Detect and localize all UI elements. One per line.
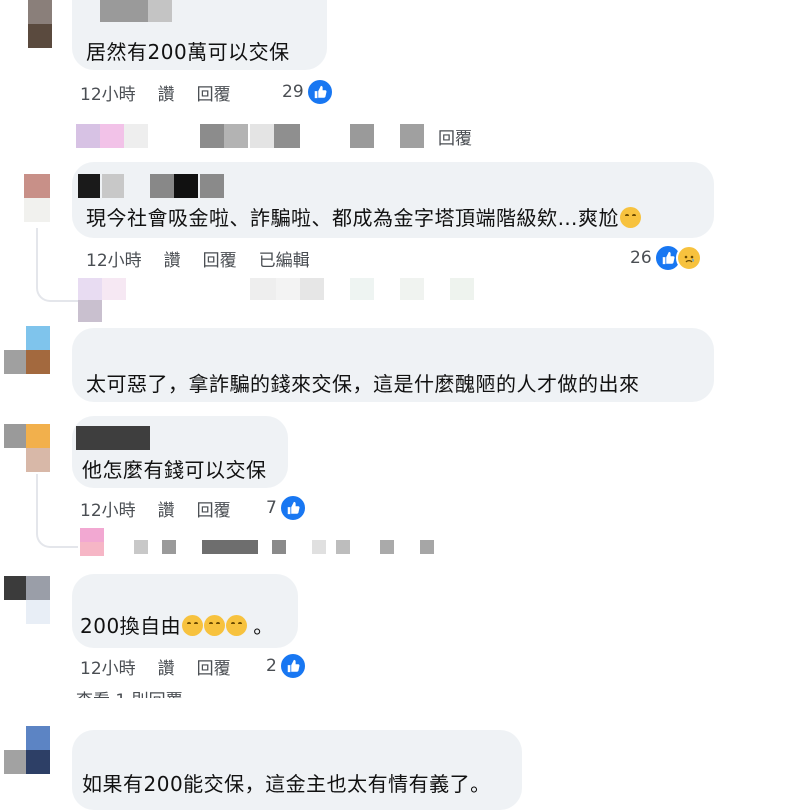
avatar: [24, 198, 50, 222]
avatar: [28, 24, 52, 48]
reply-preview-redacted: [250, 278, 276, 300]
sad-icon: [675, 245, 702, 271]
relieved-emoji: [182, 615, 204, 636]
reply-preview-redacted: [274, 124, 300, 148]
reaction-count[interactable]: 29: [282, 78, 334, 106]
reply-preview-redacted: [350, 278, 374, 300]
avatar: [26, 750, 50, 774]
comment-bubble: 如果有200能交保，這金主也太有情有義了。: [72, 730, 522, 810]
avatar: [26, 350, 50, 374]
reaction-count[interactable]: 26: [630, 244, 702, 272]
comment-bubble: 太可惡了，拿詐騙的錢來交保，這是什麼醜陋的人才做的出來: [72, 328, 714, 402]
edited-label[interactable]: 已編輯: [259, 246, 310, 271]
avatar: [26, 600, 50, 624]
avatar: [26, 576, 50, 600]
comment-text: 現今社會吸金啦、詐騙啦、都成為金字塔頂端階級欸…爽尬: [86, 202, 641, 231]
commenter-name-redacted[interactable]: [102, 174, 124, 198]
commenter-name-redacted[interactable]: [76, 426, 150, 450]
reply-preview-redacted: [450, 278, 474, 300]
reply-preview-redacted: [200, 124, 224, 148]
reply-preview-redacted: [78, 300, 102, 322]
reply-preview-redacted: [124, 124, 148, 148]
thread-line: [36, 474, 78, 548]
comment-bubble: 他怎麼有錢可以交保: [72, 416, 288, 488]
reaction-count[interactable]: 2: [266, 652, 307, 680]
relieved-emoji: [226, 615, 248, 636]
reply-preview-redacted: [350, 124, 374, 148]
like-icon: [278, 494, 307, 522]
avatar[interactable]: [4, 424, 26, 448]
reply-preview-redacted: [336, 540, 350, 554]
reply-preview-redacted: [100, 124, 124, 148]
comment-text: 200換自由。: [80, 614, 274, 638]
avatar: [4, 750, 26, 774]
like-link[interactable]: 讚: [158, 654, 175, 679]
avatar: [26, 448, 50, 472]
avatar[interactable]: [26, 326, 50, 350]
reply-preview-redacted: [312, 540, 326, 554]
timestamp[interactable]: 12小時: [80, 496, 136, 521]
view-replies-link[interactable]: 查看 1 則回覆: [76, 686, 183, 698]
avatar[interactable]: [26, 726, 50, 750]
reply-preview-redacted[interactable]: [76, 124, 100, 148]
like-link[interactable]: 讚: [158, 496, 175, 521]
reply-preview-redacted[interactable]: [78, 278, 102, 300]
reply-preview-redacted: [400, 278, 424, 300]
comment-actions: 12小時 讚 回覆: [80, 80, 253, 105]
reply-preview-redacted: [162, 540, 176, 554]
timestamp[interactable]: 12小時: [86, 246, 142, 271]
comment-text: 如果有200能交保，這金主也太有情有義了。: [82, 772, 491, 796]
like-link[interactable]: 讚: [164, 246, 181, 271]
avatar: [26, 424, 50, 448]
comment-bubble: 現今社會吸金啦、詐騙啦、都成為金字塔頂端階級欸…爽尬: [72, 162, 714, 238]
timestamp[interactable]: 12小時: [80, 654, 136, 679]
reply-preview-redacted: [102, 278, 126, 300]
reply-preview-redacted: [250, 124, 274, 148]
like-icon: [278, 652, 307, 680]
reply-link[interactable]: 回覆: [197, 654, 231, 679]
reply-preview-redacted: [272, 540, 286, 554]
reply-preview-redacted: [224, 124, 248, 148]
commenter-name-redacted[interactable]: [174, 174, 198, 198]
comment-actions: 12小時 讚 回覆: [80, 496, 253, 521]
avatar[interactable]: [4, 576, 26, 600]
thread-line: [36, 228, 78, 302]
like-icon: [305, 78, 334, 106]
commenter-name-redacted[interactable]: [200, 174, 224, 198]
comment-actions: 12小時 讚 回覆: [80, 654, 253, 679]
reply-preview-redacted: [420, 540, 434, 554]
reply-preview-redacted: [300, 278, 324, 300]
reply-preview-redacted: [276, 278, 300, 300]
reply-preview-redacted[interactable]: [80, 528, 104, 542]
grinning-squint-emoji: [620, 207, 641, 228]
comment-bubble: 居然有200萬可以交保: [72, 0, 327, 70]
commenter-name-redacted[interactable]: [78, 174, 100, 198]
comment-actions: 12小時 讚 回覆 已編輯: [86, 246, 332, 271]
commenter-name-redacted[interactable]: [150, 174, 174, 198]
comment-text: 居然有200萬可以交保: [86, 40, 290, 64]
reply-link[interactable]: 回覆: [197, 496, 231, 521]
reply-link[interactable]: 回覆: [203, 246, 237, 271]
timestamp[interactable]: 12小時: [80, 80, 136, 105]
avatar[interactable]: [28, 0, 52, 24]
reaction-count[interactable]: 7: [266, 494, 307, 522]
reply-preview-redacted: [80, 542, 104, 556]
comment-bubble: 200換自由。: [72, 574, 298, 648]
reply-preview-redacted: [202, 540, 258, 554]
reply-link-fragment[interactable]: 回覆: [428, 124, 472, 149]
commenter-name-redacted[interactable]: [148, 0, 172, 22]
reply-preview-redacted: [400, 124, 424, 148]
comment-text: 他怎麼有錢可以交保: [82, 458, 267, 482]
like-link[interactable]: 讚: [158, 80, 175, 105]
avatar: [4, 350, 26, 374]
comment-text: 太可惡了，拿詐騙的錢來交保，這是什麼醜陋的人才做的出來: [86, 372, 640, 396]
reply-preview-redacted: [380, 540, 394, 554]
reply-link[interactable]: 回覆: [197, 80, 231, 105]
relieved-emoji: [204, 615, 226, 636]
commenter-name-redacted[interactable]: [100, 0, 148, 22]
avatar[interactable]: [24, 174, 50, 198]
reply-preview-redacted: [134, 540, 148, 554]
